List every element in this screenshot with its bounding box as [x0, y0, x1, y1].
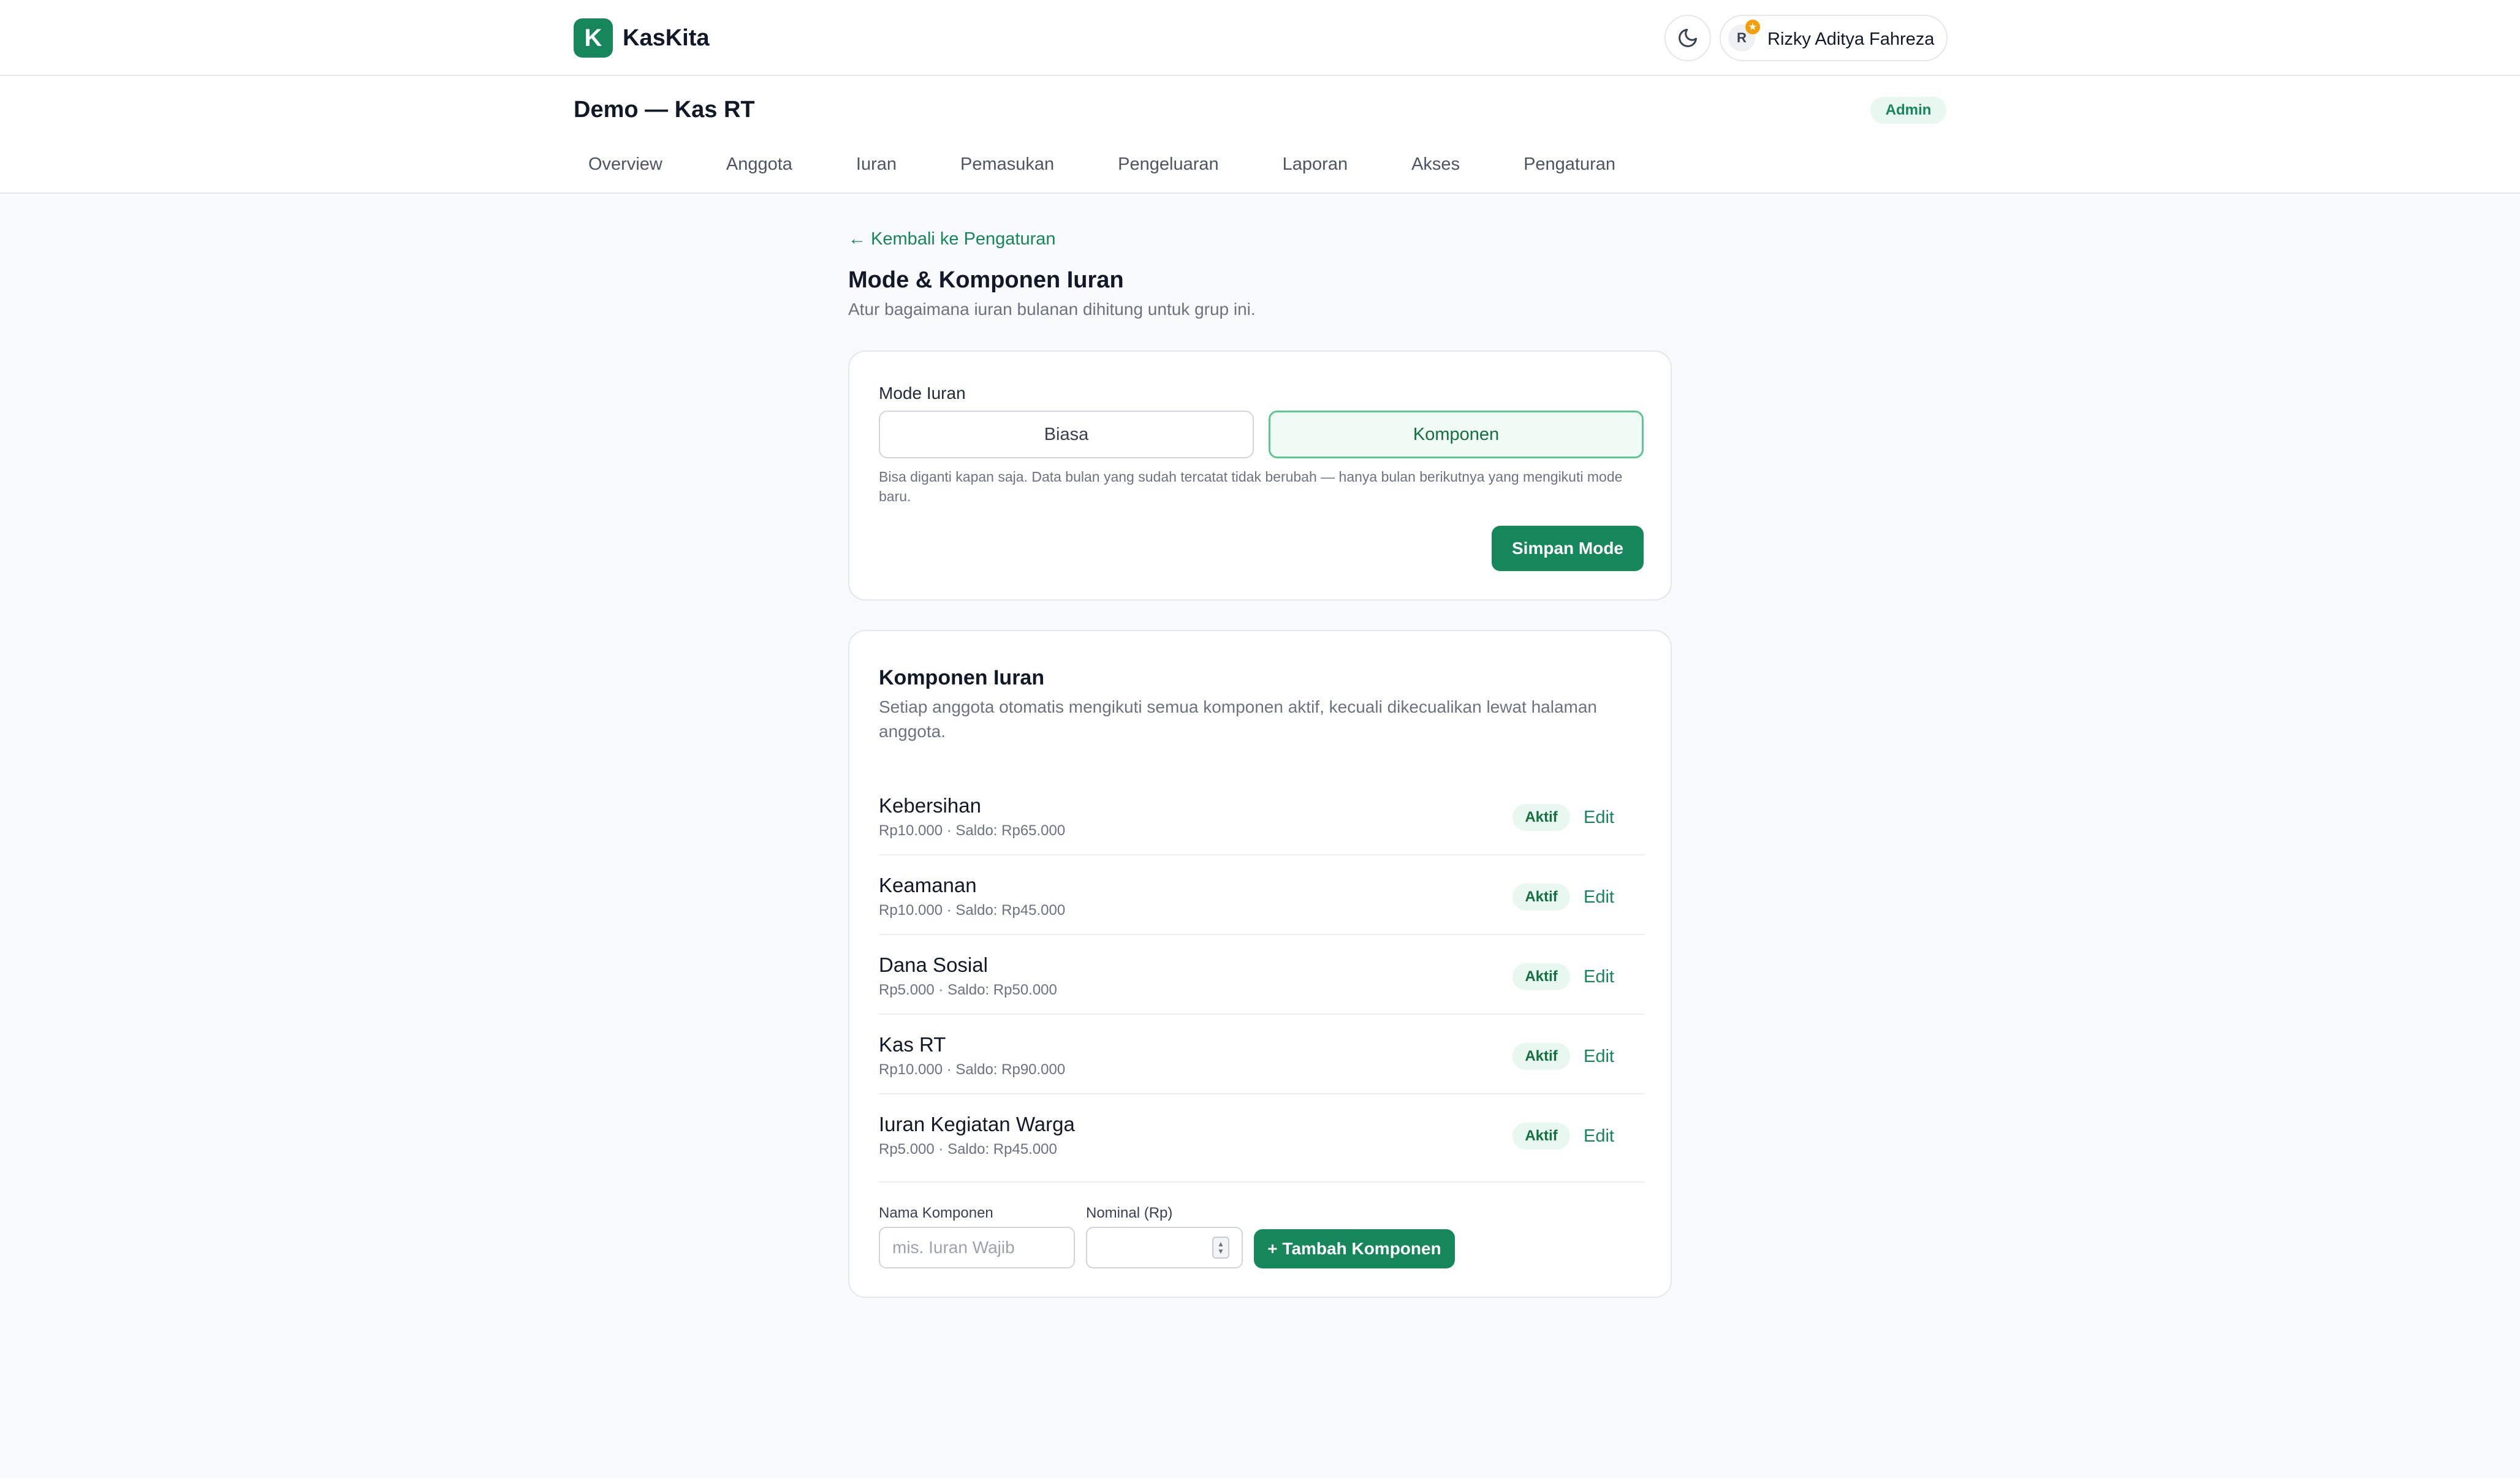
edit-button[interactable]: Edit	[1584, 1125, 1614, 1147]
components-card: Komponen Iuran Setiap anggota otomatis m…	[848, 630, 1672, 1298]
component-name: Kas RT	[879, 1033, 946, 1056]
status-badge: Aktif	[1512, 1043, 1570, 1070]
list-item: Kas RT Rp10.000 · Saldo: Rp90.000 Aktif …	[879, 1015, 1645, 1094]
status-badge: Aktif	[1512, 963, 1570, 990]
tab-pengeluaran[interactable]: Pengeluaran	[1103, 152, 1233, 176]
edit-button[interactable]: Edit	[1584, 1045, 1614, 1067]
component-name-label: Nama Komponen	[879, 1205, 993, 1221]
tab-akses[interactable]: Akses	[1397, 152, 1474, 176]
list-item: Dana Sosial Rp5.000 · Saldo: Rp50.000 Ak…	[879, 935, 1645, 1015]
status-badge: Aktif	[1512, 1123, 1570, 1150]
page-subtitle: Atur bagaimana iuran bulanan dihitung un…	[848, 300, 1256, 319]
star-badge-icon: ★	[1745, 20, 1760, 34]
list-item: Iuran Kegiatan Warga Rp5.000 · Saldo: Rp…	[879, 1094, 1645, 1174]
edit-button[interactable]: Edit	[1584, 966, 1614, 988]
top-bar: K KasKita R ★ Rizky Aditya Fahreza	[0, 0, 2520, 76]
divider	[879, 1181, 1645, 1183]
logo-icon[interactable]: K	[574, 18, 613, 58]
component-name: Dana Sosial	[879, 953, 988, 976]
mode-label: Mode Iuran	[879, 384, 966, 403]
component-meta: Rp5.000 · Saldo: Rp45.000	[879, 1141, 1057, 1158]
component-meta: Rp10.000 · Saldo: Rp65.000	[879, 822, 1066, 839]
back-to-settings-link[interactable]: ← Kembali ke Pengaturan	[848, 227, 1056, 251]
user-menu-button[interactable]: R ★ Rizky Aditya Fahreza	[1720, 15, 1948, 61]
tab-laporan[interactable]: Laporan	[1268, 152, 1362, 176]
status-badge: Aktif	[1512, 884, 1570, 911]
component-meta: Rp10.000 · Saldo: Rp45.000	[879, 902, 1066, 919]
component-name-input[interactable]	[879, 1227, 1075, 1268]
list-item: Kebersihan Rp10.000 · Saldo: Rp65.000 Ak…	[879, 776, 1645, 855]
tab-iuran[interactable]: Iuran	[841, 152, 911, 176]
status-badge: Aktif	[1512, 804, 1570, 831]
nominal-label: Nominal (Rp)	[1086, 1205, 1173, 1221]
group-title: Demo — Kas RT	[574, 97, 755, 123]
mode-option-komponen[interactable]: Komponen	[1269, 411, 1644, 458]
add-component-button[interactable]: + Tambah Komponen	[1254, 1229, 1455, 1268]
components-subtitle: Setiap anggota otomatis mengikuti semua …	[879, 697, 1598, 741]
moon-icon	[1679, 29, 1697, 47]
mode-note: Bisa diganti kapan saja. Data bulan yang…	[879, 469, 1623, 504]
theme-toggle-button[interactable]	[1664, 15, 1711, 61]
component-meta: Rp10.000 · Saldo: Rp90.000	[879, 1061, 1066, 1078]
tab-pemasukan[interactable]: Pemasukan	[946, 152, 1069, 176]
mode-card: Mode Iuran Biasa Komponen Bisa diganti k…	[848, 351, 1672, 601]
component-name: Iuran Kegiatan Warga	[879, 1113, 1075, 1135]
user-name: Rizky Aditya Fahreza	[1767, 29, 1935, 49]
group-header: Demo — Kas RT Admin Overview Anggota Iur…	[0, 76, 2520, 194]
role-badge: Admin	[1870, 97, 1946, 124]
group-nav: Overview Anggota Iuran Pemasukan Pengelu…	[574, 152, 1630, 176]
component-name: Keamanan	[879, 874, 977, 896]
component-meta: Rp5.000 · Saldo: Rp50.000	[879, 982, 1057, 998]
components-title: Komponen Iuran	[879, 666, 1045, 689]
component-name: Kebersihan	[879, 794, 981, 817]
list-item: Keamanan Rp10.000 · Saldo: Rp45.000 Akti…	[879, 855, 1645, 935]
tab-anggota[interactable]: Anggota	[712, 152, 807, 176]
page-title: Mode & Komponen Iuran	[848, 267, 1124, 293]
spin-arrows-icon[interactable]: ▲ ▼	[1212, 1237, 1229, 1259]
tab-overview[interactable]: Overview	[574, 152, 677, 176]
tab-pengaturan[interactable]: Pengaturan	[1509, 152, 1630, 176]
mode-option-biasa[interactable]: Biasa	[879, 411, 1254, 458]
edit-button[interactable]: Edit	[1584, 886, 1614, 908]
edit-button[interactable]: Edit	[1584, 806, 1614, 828]
save-mode-button[interactable]: Simpan Mode	[1492, 526, 1644, 571]
app-name[interactable]: KasKita	[623, 23, 710, 53]
